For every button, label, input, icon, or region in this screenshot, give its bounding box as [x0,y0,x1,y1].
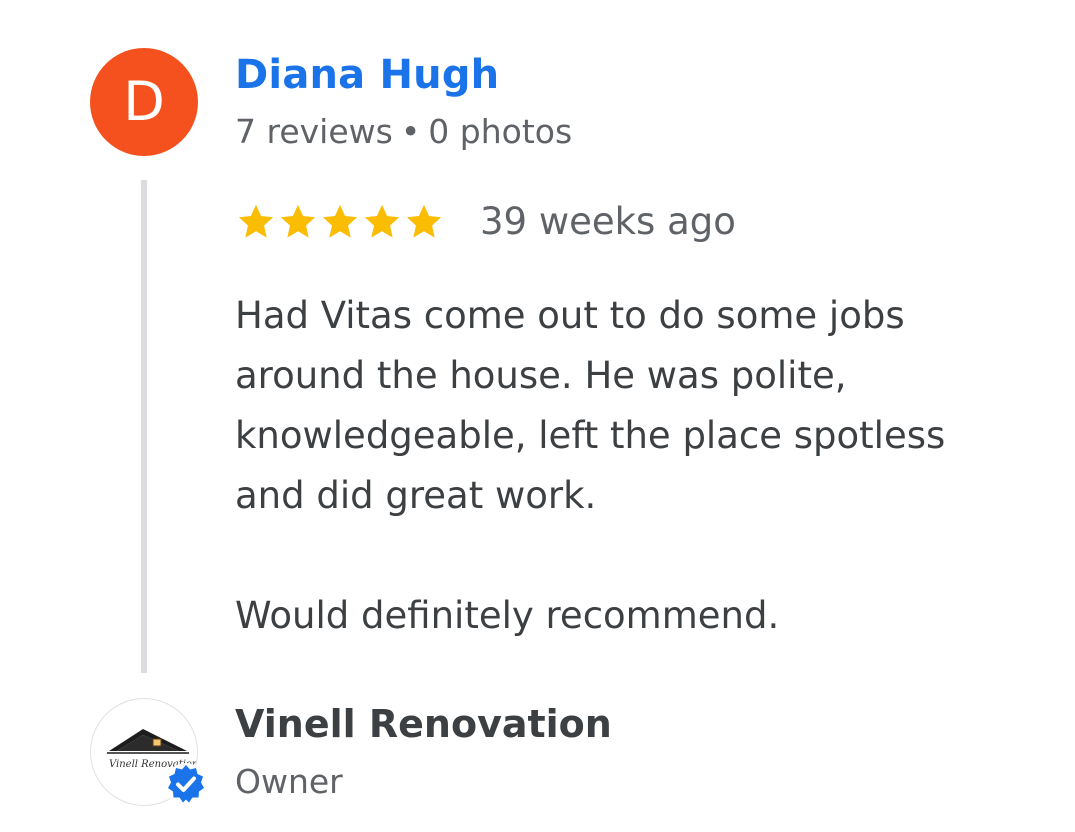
photos-count: 0 photos [428,112,573,151]
reviewer-meta: 7 reviews • 0 photos [235,112,572,151]
review-timestamp: 39 weeks ago [480,200,736,243]
reviews-count: 7 reviews [235,112,393,151]
review-card: D Diana Hugh 7 reviews • 0 photos 39 weeks… [0,0,1075,832]
owner-name: Vinell Renovation [235,702,612,746]
star-icon [238,204,274,238]
reply-thread-line [141,180,147,673]
reviewer-name-link[interactable]: Diana Hugh [235,52,499,98]
reviewer-avatar[interactable]: D [90,48,198,156]
review-paragraph: Had Vitas come out to do some jobs aroun… [235,294,946,517]
star-icon [364,204,400,238]
star-icon [406,204,442,238]
star-rating [235,200,445,244]
meta-separator: • [400,112,421,151]
review-body: Had Vitas come out to do some jobs aroun… [235,286,1025,646]
owner-role-label: Owner [235,762,343,801]
verified-badge-icon [165,763,207,805]
review-paragraph: Would definitely recommend. [235,594,780,637]
star-icon [280,204,316,238]
star-icon [322,204,358,238]
